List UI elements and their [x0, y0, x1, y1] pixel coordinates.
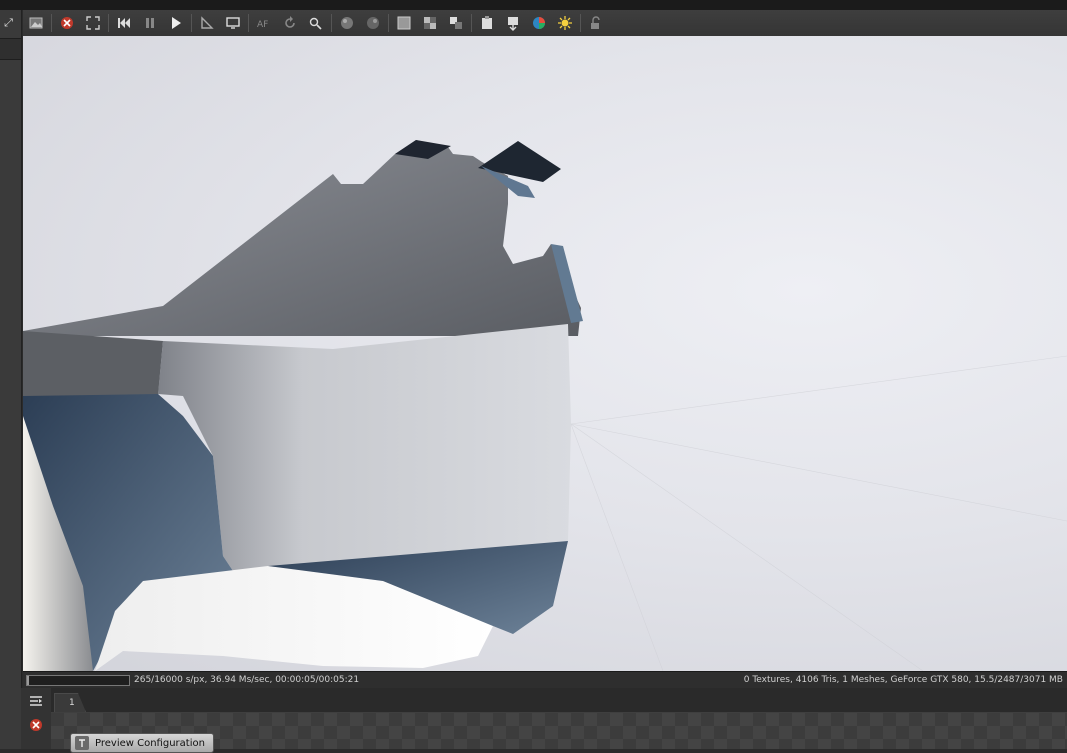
rendered-object	[23, 140, 1067, 671]
render-stats: 265/16000 s/px, 36.94 Ms/sec, 00:00:05/0…	[134, 675, 360, 685]
toolbar-separator	[108, 14, 109, 32]
expand-icon[interactable]: ⤢	[0, 14, 17, 32]
light-icon[interactable]	[552, 12, 578, 34]
node-label: Preview Configuration	[95, 737, 205, 749]
side-strip: ⤢	[0, 10, 22, 749]
sphere-icon[interactable]	[334, 12, 360, 34]
clipboard-icon[interactable]	[474, 12, 500, 34]
title-bar	[0, 0, 1067, 10]
scene-stats: 0 Textures, 4106 Tris, 1 Meshes, GeForce…	[743, 675, 1063, 685]
svg-text:AF: AF	[257, 20, 268, 30]
image-icon[interactable]	[23, 12, 49, 34]
graph-layout-icon[interactable]	[23, 690, 49, 712]
toolbar-separator	[331, 14, 332, 32]
checker-icon[interactable]	[417, 12, 443, 34]
lock-icon[interactable]	[583, 12, 609, 34]
export-icon[interactable]	[500, 12, 526, 34]
pick-icon[interactable]	[303, 12, 329, 34]
toolbar-separator	[248, 14, 249, 32]
viewport-toolbar: AF	[23, 10, 1067, 37]
render-progress-bar	[26, 674, 130, 686]
pause-icon[interactable]	[137, 12, 163, 34]
measure-icon[interactable]	[194, 12, 220, 34]
preview-configuration-node[interactable]: Preview Configuration	[70, 733, 214, 753]
fit-region-icon[interactable]	[80, 12, 106, 34]
node-type-icon	[75, 736, 89, 750]
cancel-render-icon[interactable]	[54, 12, 80, 34]
toolbar-separator	[51, 14, 52, 32]
graph-toolbar	[21, 688, 51, 749]
render-viewport[interactable]	[23, 36, 1067, 671]
render-progress-fill	[27, 675, 29, 685]
compare-icon[interactable]	[443, 12, 469, 34]
af-icon[interactable]: AF	[251, 12, 277, 34]
node-canvas[interactable]: Preview Configuration	[51, 713, 1067, 753]
toolbar-separator	[471, 14, 472, 32]
play-icon[interactable]	[163, 12, 189, 34]
grid-icon[interactable]	[391, 12, 417, 34]
tab-label: 1	[69, 698, 75, 708]
restart-icon[interactable]	[111, 12, 137, 34]
refresh-icon[interactable]	[277, 12, 303, 34]
color-icon[interactable]	[526, 12, 552, 34]
toolbar-separator	[191, 14, 192, 32]
sphere-alt-icon[interactable]	[360, 12, 386, 34]
graph-tabs: 1	[51, 690, 1067, 713]
cancel-render-icon[interactable]	[23, 714, 49, 736]
toolbar-separator	[580, 14, 581, 32]
side-tab[interactable]	[0, 38, 21, 60]
toolbar-separator	[388, 14, 389, 32]
tab-graph-1[interactable]: 1	[54, 693, 86, 712]
display-icon[interactable]	[220, 12, 246, 34]
status-bar: 265/16000 s/px, 36.94 Ms/sec, 00:00:05/0…	[23, 671, 1067, 688]
